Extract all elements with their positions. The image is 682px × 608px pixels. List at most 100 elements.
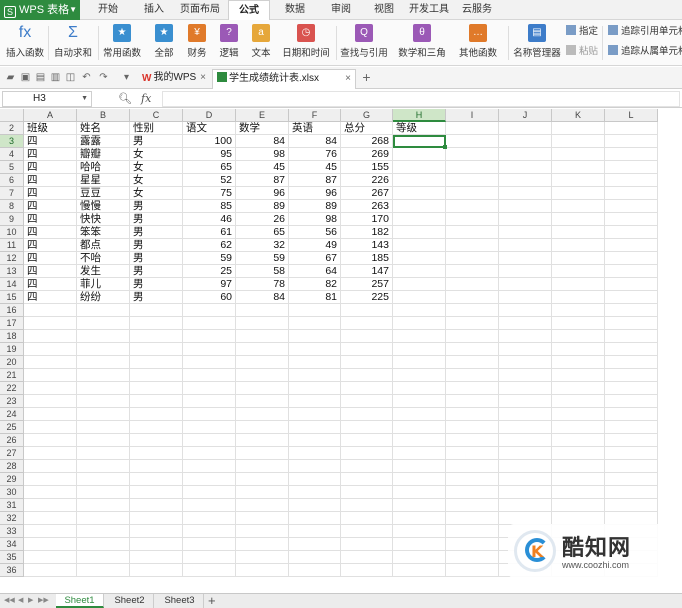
ribbon-button-7[interactable]: ◷ 日期和时间	[278, 22, 334, 64]
grid-cell[interactable]	[341, 356, 393, 369]
grid-cell[interactable]	[605, 213, 658, 226]
column-header-B[interactable]: B	[77, 109, 130, 122]
grid-cell[interactable]	[393, 265, 446, 278]
menu-tab[interactable]: 审阅	[322, 0, 360, 20]
grid-cell[interactable]: 84	[236, 135, 289, 148]
tab-my-wps[interactable]: W 我的WPS ×	[138, 69, 210, 89]
grid-cell[interactable]	[24, 356, 77, 369]
grid-cell[interactable]	[605, 135, 658, 148]
grid-cell[interactable]	[341, 395, 393, 408]
grid-cell[interactable]	[552, 200, 605, 213]
grid-cell[interactable]	[341, 538, 393, 551]
grid-cell[interactable]: 四	[24, 174, 77, 187]
grid-cell[interactable]	[605, 161, 658, 174]
grid-cell[interactable]: 96	[289, 187, 341, 200]
grid-cell[interactable]	[605, 239, 658, 252]
grid-cell[interactable]	[499, 239, 552, 252]
grid-cell[interactable]	[77, 408, 130, 421]
grid-cell[interactable]: 84	[236, 291, 289, 304]
grid-cell[interactable]: 男	[130, 226, 183, 239]
grid-cell[interactable]	[393, 330, 446, 343]
row-header[interactable]: 19	[0, 343, 24, 356]
row-header[interactable]: 26	[0, 434, 24, 447]
grid-cell[interactable]: 89	[236, 200, 289, 213]
grid-cell[interactable]	[446, 512, 499, 525]
grid-cell[interactable]	[499, 317, 552, 330]
grid-cell[interactable]	[393, 551, 446, 564]
ribbon-button-0[interactable]: fx 插入函数	[2, 22, 48, 64]
grid-cell[interactable]: 60	[183, 291, 236, 304]
undo-icon[interactable]: ↶	[80, 71, 93, 84]
grid-cell[interactable]	[130, 330, 183, 343]
grid-cell[interactable]	[289, 382, 341, 395]
grid-cell[interactable]: 女	[130, 148, 183, 161]
grid-cell[interactable]: 四	[24, 252, 77, 265]
grid-cell[interactable]	[446, 382, 499, 395]
grid-cell[interactable]	[77, 460, 130, 473]
row-header[interactable]: 2	[0, 122, 24, 135]
grid-cell[interactable]	[605, 148, 658, 161]
grid-cell[interactable]	[552, 265, 605, 278]
grid-cell[interactable]	[552, 252, 605, 265]
grid-cell[interactable]: 男	[130, 213, 183, 226]
grid-cell[interactable]	[605, 304, 658, 317]
grid-cell[interactable]	[24, 304, 77, 317]
ribbon-button-8[interactable]: Q 查找与引用	[336, 22, 392, 64]
grid-cell[interactable]	[446, 226, 499, 239]
grid-cell[interactable]: 四	[24, 187, 77, 200]
grid-cell[interactable]: 75	[183, 187, 236, 200]
grid-cell[interactable]: 45	[289, 161, 341, 174]
grid-cell[interactable]	[393, 317, 446, 330]
grid-cell[interactable]	[289, 369, 341, 382]
grid-cell[interactable]: 45	[236, 161, 289, 174]
grid-cell[interactable]	[77, 317, 130, 330]
grid-cell[interactable]	[605, 408, 658, 421]
row-header[interactable]: 31	[0, 499, 24, 512]
grid-cell[interactable]	[393, 525, 446, 538]
grid-cell[interactable]	[499, 122, 552, 135]
grid-cell[interactable]: 四	[24, 291, 77, 304]
selected-cell[interactable]	[393, 135, 446, 148]
grid-cell[interactable]: 67	[289, 252, 341, 265]
grid-cell[interactable]: 26	[236, 213, 289, 226]
grid-cell[interactable]: 89	[289, 200, 341, 213]
grid-cell[interactable]	[341, 330, 393, 343]
grid-cell[interactable]	[393, 460, 446, 473]
grid-cell[interactable]	[183, 473, 236, 486]
ribbon-button-5[interactable]: ? 逻辑	[214, 22, 244, 64]
grid-cell[interactable]	[605, 447, 658, 460]
grid-cell[interactable]	[605, 395, 658, 408]
grid-cell[interactable]	[341, 382, 393, 395]
save-icon[interactable]: ▣	[19, 71, 32, 84]
grid-cell[interactable]	[24, 317, 77, 330]
close-icon[interactable]: ×	[345, 70, 351, 88]
grid-cell[interactable]	[499, 486, 552, 499]
ribbon-button-3[interactable]: ★ 全部	[148, 22, 180, 64]
grid-cell[interactable]: 四	[24, 213, 77, 226]
grid-cell[interactable]: 64	[289, 265, 341, 278]
grid-cell[interactable]	[552, 434, 605, 447]
grid-cell[interactable]: 哈哈	[77, 161, 130, 174]
grid-cell[interactable]	[130, 434, 183, 447]
grid-cell[interactable]	[236, 538, 289, 551]
grid-cell[interactable]: 96	[236, 187, 289, 200]
column-header-K[interactable]: K	[552, 109, 605, 122]
menu-tab[interactable]: 开始	[86, 0, 130, 20]
fx-icon[interactable]: fx	[141, 92, 151, 105]
grid-cell[interactable]	[605, 174, 658, 187]
row-header[interactable]: 16	[0, 304, 24, 317]
ribbon-button-11[interactable]: ▤ 名称管理器	[510, 22, 564, 64]
grid-cell[interactable]	[183, 304, 236, 317]
grid-cell[interactable]	[236, 395, 289, 408]
grid-cell[interactable]	[183, 408, 236, 421]
grid-cell[interactable]	[77, 395, 130, 408]
grid-cell[interactable]: 269	[341, 148, 393, 161]
grid-cell[interactable]	[77, 434, 130, 447]
row-header[interactable]: 35	[0, 551, 24, 564]
grid-cell[interactable]	[289, 317, 341, 330]
grid-cell[interactable]	[446, 395, 499, 408]
grid-cell[interactable]	[605, 382, 658, 395]
menu-tab[interactable]: 云服务	[458, 0, 496, 20]
grid-cell[interactable]	[552, 148, 605, 161]
grid-cell[interactable]	[236, 369, 289, 382]
